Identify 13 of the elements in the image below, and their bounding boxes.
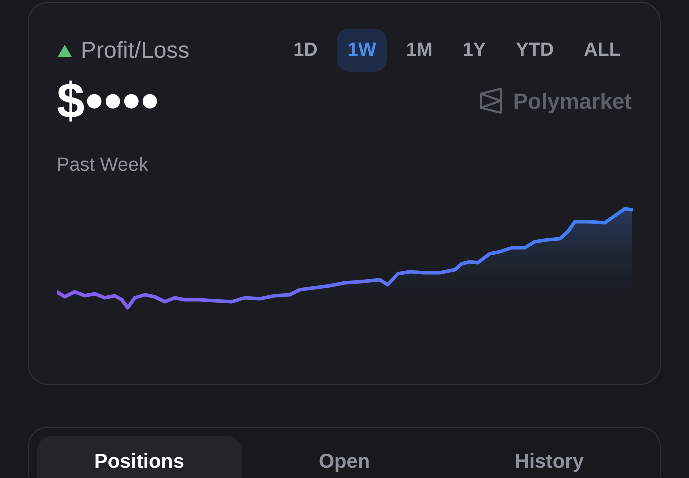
range-tab[interactable]: 1Y — [452, 29, 498, 72]
section-tab[interactable]: Positions — [37, 436, 242, 478]
card-title: Profit/Loss — [81, 36, 190, 66]
section-tab[interactable]: Open — [242, 436, 447, 478]
brand-name: Polymarket — [513, 88, 632, 116]
range-tab[interactable]: 1W — [336, 29, 388, 72]
range-tab[interactable]: 1D — [282, 29, 329, 72]
period-label: Past Week — [57, 154, 150, 178]
balance-value: $•••• — [57, 76, 160, 126]
section-tab[interactable]: History — [447, 436, 652, 478]
range-tab[interactable]: 1M — [395, 29, 444, 72]
range-tab[interactable]: ALL — [573, 29, 632, 72]
range-tab[interactable]: YTD — [505, 29, 566, 72]
